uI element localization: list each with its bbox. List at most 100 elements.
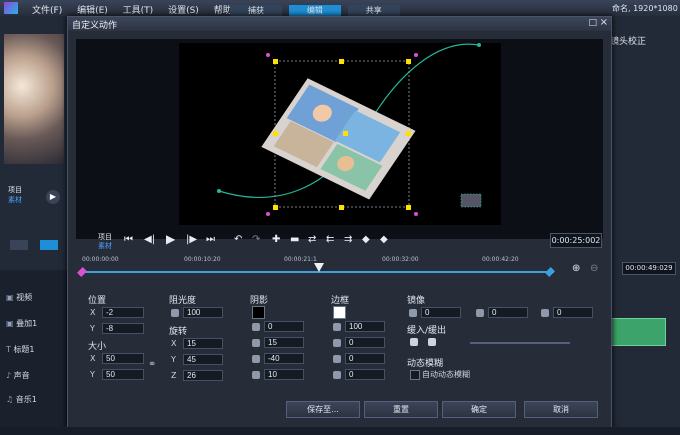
ease-slider[interactable] (470, 342, 570, 344)
handle-left[interactable] (273, 131, 278, 136)
playhead-marker[interactable] (314, 263, 324, 272)
position-x-input[interactable] (102, 307, 144, 318)
shadow-preview-box[interactable] (460, 193, 482, 208)
timeline-view-icon[interactable] (40, 240, 58, 250)
rotation-y-input[interactable] (183, 354, 223, 365)
border-radius-input[interactable] (345, 369, 385, 380)
cancel-button[interactable]: 取消 (524, 401, 598, 418)
shadow-blur-input[interactable] (264, 337, 304, 348)
skew-node-br[interactable] (414, 212, 418, 216)
path-end-node[interactable] (477, 43, 481, 47)
shadow-color-swatch[interactable] (252, 306, 265, 319)
handle-bottom-left[interactable] (273, 205, 278, 210)
app-tabs: 捕获 编辑 共享 (230, 5, 404, 16)
border-opacity-input[interactable] (345, 321, 385, 332)
undo-icon[interactable]: ↶ (234, 234, 242, 245)
keyframe-start-marker[interactable] (77, 267, 87, 277)
track-title1: T 标题1 (6, 345, 35, 354)
mirror-move-input[interactable] (553, 307, 593, 318)
handle-top-left[interactable] (273, 59, 278, 64)
handle-center[interactable] (343, 131, 348, 136)
reset-button[interactable]: 重置 (364, 401, 438, 418)
storyboard-view-icon[interactable] (10, 240, 28, 250)
size-x-input[interactable] (102, 353, 144, 364)
prev-frame-icon[interactable]: ◀| (144, 234, 155, 245)
position-label: 位置 (88, 296, 107, 306)
close-icon[interactable]: × (600, 17, 608, 28)
timeline-clip[interactable] (609, 318, 666, 346)
menu-tools[interactable]: 工具(T) (123, 6, 154, 16)
ruler-tick-4: 00:00:42:20 (482, 256, 519, 263)
add-keyframe-icon[interactable]: ✚ (272, 234, 280, 245)
link-ratio-icon[interactable]: ⚭ (148, 359, 156, 370)
preview-canvas[interactable] (179, 43, 501, 225)
rotation-x-input[interactable] (183, 338, 223, 349)
reverse-keyframe-icon[interactable]: ⇄ (308, 234, 316, 245)
redo-icon[interactable]: ↷ (252, 234, 260, 245)
menu-file[interactable]: 文件(F) (32, 6, 62, 16)
timecode-display[interactable]: 0:00:25:002 (550, 233, 602, 248)
tab-capture[interactable]: 捕获 (230, 5, 282, 16)
size-x-label: X (90, 354, 96, 363)
go-end-icon[interactable]: ⏭ (206, 234, 215, 245)
skew-node-bl[interactable] (266, 212, 270, 216)
track-voice: ♪ 声音 (6, 371, 30, 380)
keyframe-end-marker[interactable] (545, 267, 555, 277)
skew-node-tr[interactable] (414, 53, 418, 57)
app-title-bar: 文件(F) 编辑(E) 工具(T) 设置(S) 帮助(H) 捕获 编辑 共享 命… (0, 0, 680, 16)
size-y-input[interactable] (102, 369, 144, 380)
go-start-icon[interactable]: ⏮ (124, 234, 133, 245)
shadow-angle-input[interactable] (264, 353, 304, 364)
move-left-icon[interactable]: ⇇ (326, 234, 334, 245)
play-icon[interactable]: ▶ (166, 232, 175, 246)
handle-right[interactable] (406, 131, 411, 136)
border-width-icon (333, 339, 341, 347)
preview-area (76, 39, 603, 239)
left-project-label[interactable]: 项目 (8, 185, 22, 195)
properties-panel: 位置 X Y 大小 X Y ⚭ 阻光度 旋转 X Y Z 阴影 (80, 289, 605, 399)
tab-edit[interactable]: 编辑 (288, 5, 341, 16)
zoom-in-icon[interactable]: ⊕ (572, 263, 580, 274)
next-keyframe-icon[interactable]: ◆ (380, 234, 388, 245)
tab-share[interactable]: 共享 (347, 5, 400, 16)
app-status-bar (0, 427, 680, 435)
prev-keyframe-icon[interactable]: ◆ (362, 234, 370, 245)
path-start-node[interactable] (217, 189, 221, 193)
handle-bottom-right[interactable] (406, 205, 411, 210)
left-play-icon[interactable]: ▶ (46, 190, 60, 204)
border-width-input[interactable] (345, 337, 385, 348)
next-frame-icon[interactable]: |▶ (186, 234, 197, 245)
ease-out-icon[interactable] (428, 338, 436, 346)
remove-keyframe-icon[interactable]: ▬ (290, 234, 299, 245)
maximize-icon[interactable]: □ (588, 18, 597, 28)
menu-edit[interactable]: 编辑(E) (77, 6, 108, 16)
save-to-button[interactable]: 保存至... (286, 401, 360, 418)
position-y-input[interactable] (102, 323, 144, 334)
mirror-gradient-icon (476, 309, 484, 317)
move-right-icon[interactable]: ⇉ (344, 234, 352, 245)
rotation-label: 旋转 (169, 327, 188, 337)
mirror-opacity-input[interactable] (421, 307, 461, 318)
mirror-gradient-input[interactable] (488, 307, 528, 318)
auto-motion-blur-checkbox[interactable] (410, 370, 420, 380)
material-mode-label[interactable]: 素材 (98, 241, 112, 251)
skew-node-tl[interactable] (266, 53, 270, 57)
handle-top-right[interactable] (406, 59, 411, 64)
handle-bottom[interactable] (339, 205, 344, 210)
border-blur-input[interactable] (345, 353, 385, 364)
handle-top[interactable] (339, 59, 344, 64)
shadow-distance-input[interactable] (264, 369, 304, 380)
keyframe-ruler: 00:00:00:00 00:00:10:20 00:00:21:1 00:00… (76, 253, 603, 283)
shadow-opacity-input[interactable] (264, 321, 304, 332)
zoom-out-icon[interactable]: ⊖ (590, 263, 598, 274)
opacity-input[interactable] (183, 307, 223, 318)
rotation-z-input[interactable] (183, 370, 223, 381)
border-color-swatch[interactable] (333, 306, 346, 319)
ok-button[interactable]: 确定 (442, 401, 516, 418)
rotated-image[interactable] (261, 78, 416, 200)
ease-in-icon[interactable] (410, 338, 418, 346)
left-material-label[interactable]: 素材 (8, 195, 22, 205)
shadow-label: 阴影 (250, 296, 269, 306)
menu-settings[interactable]: 设置(S) (168, 6, 199, 16)
lens-correction-label[interactable]: 镜头校正 (610, 34, 646, 47)
